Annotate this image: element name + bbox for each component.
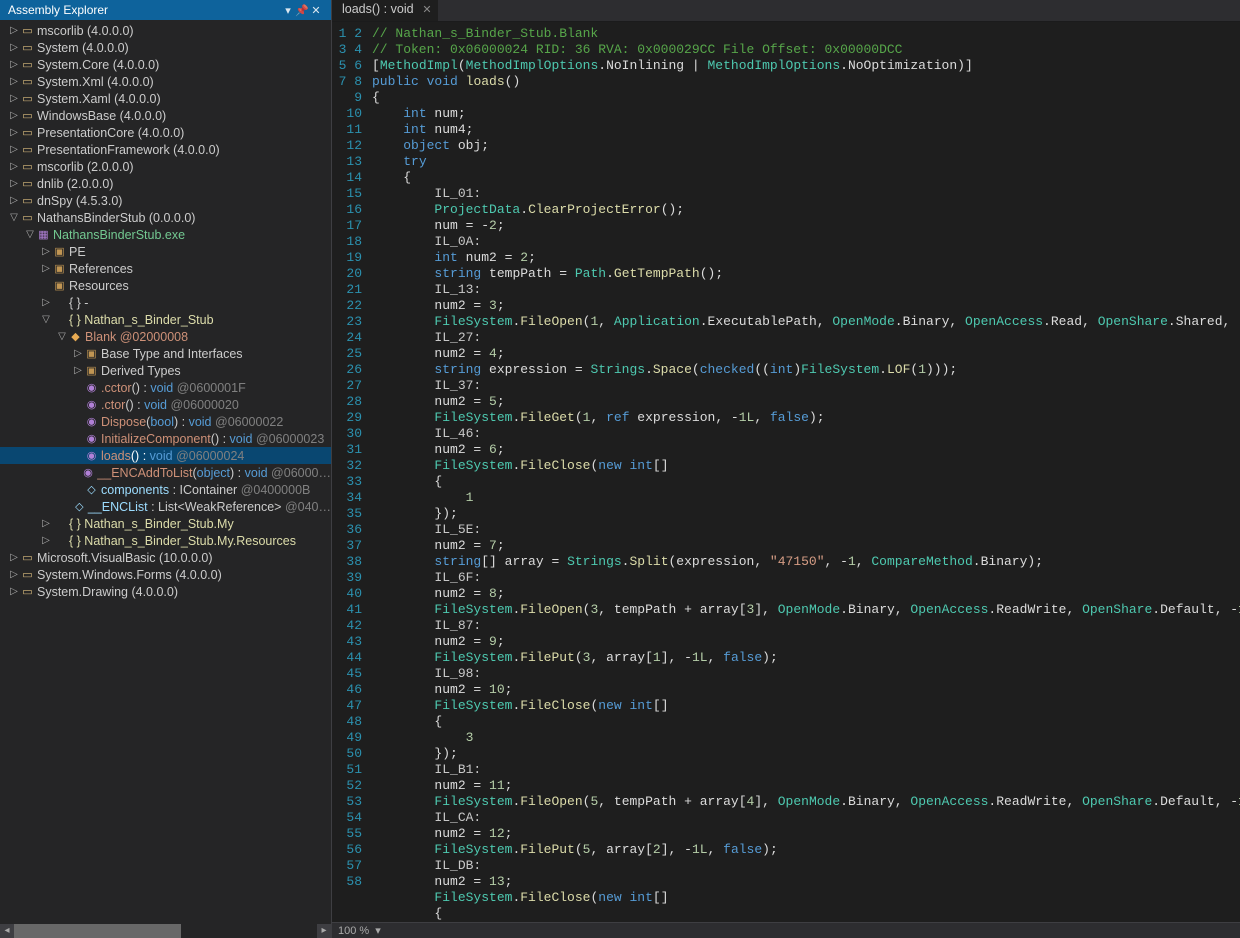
scroll-left-icon[interactable]: ◂ bbox=[0, 924, 14, 938]
code-area[interactable]: // Nathan_s_Binder_Stub.Blank // Token: … bbox=[372, 22, 1240, 922]
tree-row[interactable]: ▷▭mscorlib (4.0.0.0) bbox=[0, 22, 331, 39]
scroll-thumb[interactable] bbox=[14, 924, 181, 938]
tree-row[interactable]: ▷▭System (4.0.0.0) bbox=[0, 39, 331, 56]
tree-row[interactable]: ▷▭System.Drawing (4.0.0.0) bbox=[0, 583, 331, 600]
tree-row[interactable]: ▷▭dnlib (2.0.0.0) bbox=[0, 175, 331, 192]
tree-row[interactable]: ▷▭Microsoft.VisualBasic (10.0.0.0) bbox=[0, 549, 331, 566]
tree-row[interactable]: ▷▭WindowsBase (4.0.0.0) bbox=[0, 107, 331, 124]
tree-row[interactable]: ▷▣Derived Types bbox=[0, 362, 331, 379]
code-editor: loads() : void ✕ 1 2 3 4 5 6 7 8 9 10 11… bbox=[332, 0, 1240, 938]
tree-row[interactable]: ▷▣Base Type and Interfaces bbox=[0, 345, 331, 362]
expand-arrow-icon[interactable]: ▷ bbox=[8, 110, 20, 121]
expand-arrow-icon[interactable]: ▷ bbox=[72, 348, 84, 359]
tree-row[interactable]: ▷▭PresentationCore (4.0.0.0) bbox=[0, 124, 331, 141]
expand-arrow-icon[interactable]: ▷ bbox=[8, 195, 20, 206]
expand-arrow-icon[interactable]: ▷ bbox=[40, 263, 52, 274]
expand-arrow-icon[interactable]: ▷ bbox=[8, 178, 20, 189]
tree-row[interactable]: ◉loads() : void @06000024 bbox=[0, 447, 331, 464]
editor-tab[interactable]: loads() : void ✕ bbox=[332, 0, 439, 21]
tree-row[interactable]: ▽▦NathansBinderStub.exe bbox=[0, 226, 331, 243]
assembly-explorer-panel: Assembly Explorer ▾ 📌 ✕ ▷▭mscorlib (4.0.… bbox=[0, 0, 332, 938]
zoom-dropdown-icon[interactable]: ▾ bbox=[375, 924, 381, 937]
expand-arrow-icon[interactable]: ▷ bbox=[8, 93, 20, 104]
tree-row[interactable]: ▽◆Blank @02000008 bbox=[0, 328, 331, 345]
tree-row[interactable]: ◉.ctor() : void @06000020 bbox=[0, 396, 331, 413]
tree-row[interactable]: ▷{ } - bbox=[0, 294, 331, 311]
tree-row[interactable]: ▣Resources bbox=[0, 277, 331, 294]
expand-arrow-icon[interactable]: ▽ bbox=[56, 331, 68, 342]
expand-arrow-icon[interactable]: ▽ bbox=[40, 314, 52, 325]
tree-row[interactable]: ▷▭System.Xaml (4.0.0.0) bbox=[0, 90, 331, 107]
expand-arrow-icon[interactable]: ▷ bbox=[8, 586, 20, 597]
zoom-level[interactable]: 100 % bbox=[338, 925, 369, 937]
panel-close-icon[interactable]: ✕ bbox=[309, 4, 323, 17]
expand-arrow-icon[interactable]: ▽ bbox=[24, 229, 36, 240]
expand-arrow-icon[interactable]: ▷ bbox=[8, 59, 20, 70]
tree-row[interactable]: ▷▭System.Core (4.0.0.0) bbox=[0, 56, 331, 73]
line-number-gutter: 1 2 3 4 5 6 7 8 9 10 11 12 13 14 15 16 1… bbox=[332, 22, 372, 922]
tree-row[interactable]: ▷▭System.Windows.Forms (4.0.0.0) bbox=[0, 566, 331, 583]
expand-arrow-icon[interactable]: ▷ bbox=[40, 518, 52, 529]
editor-statusbar: 100 % ▾ bbox=[332, 922, 1240, 938]
scroll-track[interactable] bbox=[14, 924, 317, 938]
tree-row[interactable]: ▽{ } Nathan_s_Binder_Stub bbox=[0, 311, 331, 328]
tree-row[interactable]: ◉__ENCAddToList(object) : void @06000… bbox=[0, 464, 331, 481]
expand-arrow-icon[interactable]: ▷ bbox=[8, 127, 20, 138]
expand-arrow-icon[interactable]: ▷ bbox=[40, 297, 52, 308]
tree-row[interactable]: ▷▭PresentationFramework (4.0.0.0) bbox=[0, 141, 331, 158]
scroll-right-icon[interactable]: ▸ bbox=[317, 924, 331, 938]
tree-row[interactable]: ▷▭dnSpy (4.5.3.0) bbox=[0, 192, 331, 209]
expand-arrow-icon[interactable]: ▷ bbox=[8, 569, 20, 580]
tab-label: loads() : void bbox=[342, 2, 414, 16]
expand-arrow-icon[interactable]: ▷ bbox=[72, 365, 84, 376]
expand-arrow-icon[interactable]: ▽ bbox=[8, 212, 20, 223]
expand-arrow-icon[interactable]: ▷ bbox=[40, 535, 52, 546]
panel-dropdown-icon[interactable]: ▾ bbox=[281, 4, 295, 17]
expand-arrow-icon[interactable]: ▷ bbox=[8, 25, 20, 36]
tree-row[interactable]: ▷▭System.Xml (4.0.0.0) bbox=[0, 73, 331, 90]
expand-arrow-icon[interactable]: ▷ bbox=[40, 246, 52, 257]
assembly-tree[interactable]: ▷▭mscorlib (4.0.0.0)▷▭System (4.0.0.0)▷▭… bbox=[0, 20, 331, 924]
tab-close-icon[interactable]: ✕ bbox=[422, 3, 431, 16]
tree-row[interactable]: ▽▭NathansBinderStub (0.0.0.0) bbox=[0, 209, 331, 226]
panel-hscrollbar[interactable]: ◂ ▸ bbox=[0, 924, 331, 938]
editor-tabbar: loads() : void ✕ bbox=[332, 0, 1240, 22]
tree-row[interactable]: ◇__ENCList : List<WeakReference> @040… bbox=[0, 498, 331, 515]
expand-arrow-icon[interactable]: ▷ bbox=[8, 161, 20, 172]
tree-row[interactable]: ◉.cctor() : void @0600001F bbox=[0, 379, 331, 396]
tree-row[interactable]: ▷▣References bbox=[0, 260, 331, 277]
expand-arrow-icon[interactable]: ▷ bbox=[8, 76, 20, 87]
tree-row[interactable]: ▷{ } Nathan_s_Binder_Stub.My bbox=[0, 515, 331, 532]
tree-row[interactable]: ▷▭mscorlib (2.0.0.0) bbox=[0, 158, 331, 175]
panel-titlebar: Assembly Explorer ▾ 📌 ✕ bbox=[0, 0, 331, 20]
tree-row[interactable]: ◉Dispose(bool) : void @06000022 bbox=[0, 413, 331, 430]
panel-title-text: Assembly Explorer bbox=[8, 3, 281, 17]
tree-row[interactable]: ▷▣PE bbox=[0, 243, 331, 260]
expand-arrow-icon[interactable]: ▷ bbox=[8, 144, 20, 155]
expand-arrow-icon[interactable]: ▷ bbox=[8, 42, 20, 53]
expand-arrow-icon[interactable]: ▷ bbox=[8, 552, 20, 563]
panel-pin-icon[interactable]: 📌 bbox=[295, 4, 309, 17]
tree-row[interactable]: ▷{ } Nathan_s_Binder_Stub.My.Resources bbox=[0, 532, 331, 549]
tree-row[interactable]: ◉InitializeComponent() : void @06000023 bbox=[0, 430, 331, 447]
tree-row[interactable]: ◇components : IContainer @0400000B bbox=[0, 481, 331, 498]
